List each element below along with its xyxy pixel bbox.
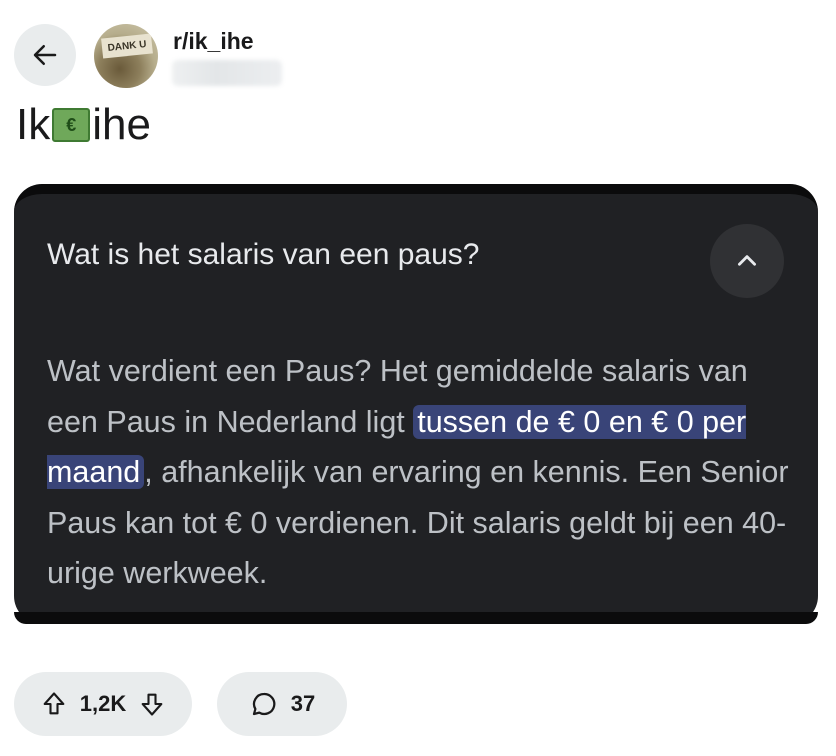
username-blurred[interactable] bbox=[172, 60, 282, 86]
post-title: Ik € ihe bbox=[16, 100, 151, 150]
vote-count: 1,2K bbox=[79, 691, 127, 716]
answer-card: Wat is het salaris van een paus? Wat ver… bbox=[14, 184, 818, 624]
collapse-button[interactable] bbox=[710, 224, 784, 298]
card-answer: Wat verdient een Paus? Het gemiddelde sa… bbox=[47, 346, 792, 599]
comments-button[interactable]: 37 bbox=[217, 672, 347, 736]
back-button[interactable] bbox=[14, 24, 76, 86]
card-bottom-edge bbox=[14, 612, 818, 624]
money-icon-glyph: € bbox=[66, 114, 77, 135]
card-question: Wat is het salaris van een paus? bbox=[47, 238, 480, 271]
money-icon: € bbox=[52, 108, 91, 142]
downvote-icon[interactable] bbox=[138, 690, 166, 718]
avatar-sign: DANK U bbox=[101, 33, 153, 59]
chevron-up-icon bbox=[734, 248, 760, 274]
subreddit-avatar[interactable]: DANK U bbox=[94, 24, 158, 88]
answer-text-2: , afhankelijk van ervaring en kennis. Ee… bbox=[47, 455, 789, 590]
post-title-prefix: Ik bbox=[16, 100, 51, 149]
comment-count: 37 bbox=[290, 691, 316, 716]
comment-icon bbox=[249, 689, 279, 719]
back-arrow-icon bbox=[30, 40, 60, 70]
post-title-suffix: ihe bbox=[92, 100, 151, 149]
upvote-icon[interactable] bbox=[40, 690, 68, 718]
subreddit-name[interactable]: r/ik_ihe bbox=[173, 28, 254, 55]
vote-bar: 1,2K bbox=[14, 672, 192, 736]
